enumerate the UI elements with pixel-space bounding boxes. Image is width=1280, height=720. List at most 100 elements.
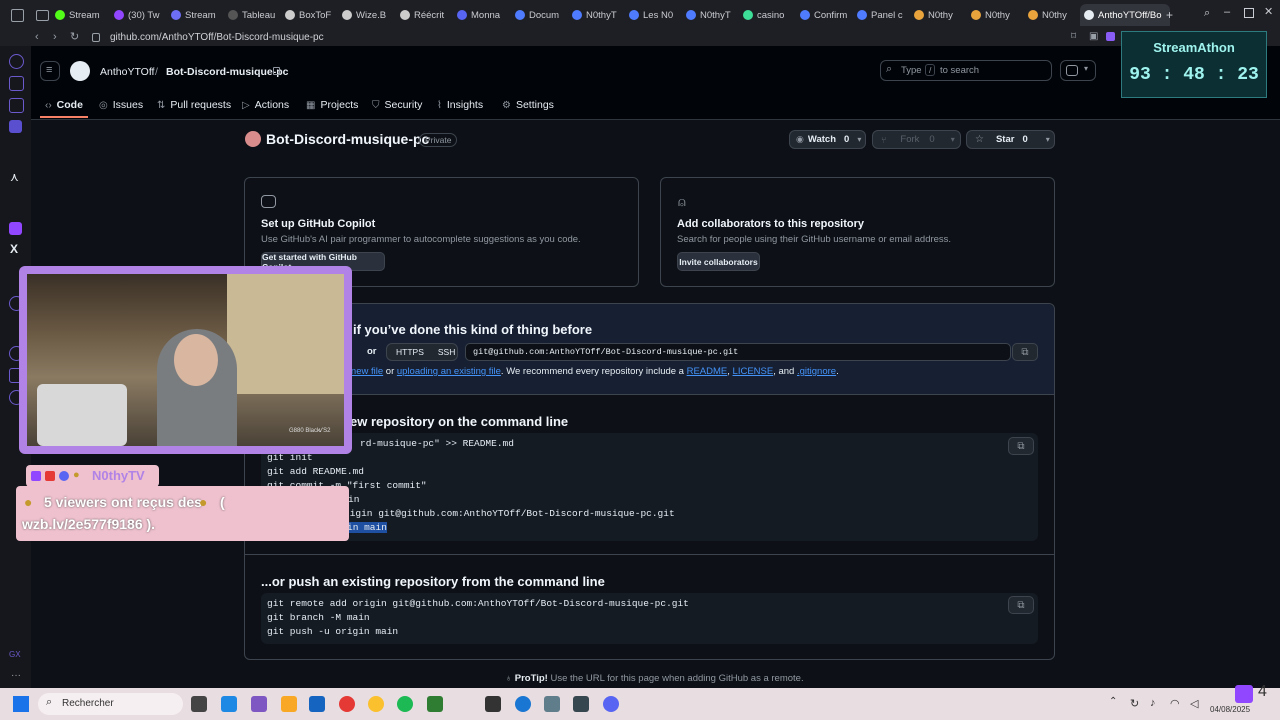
copilot-button[interactable]: ▾ [1060,60,1096,81]
tab-insights[interactable]: ⌇ Insights [437,96,483,114]
browser-tab[interactable]: Stream [55,4,105,26]
copy-clone-url-button[interactable]: ⧉ [1012,343,1038,361]
url-field[interactable]: github.com/AnthoYTOff/Bot-Discord-musiqu… [110,30,324,45]
new-tab-button[interactable]: + [1166,8,1173,22]
tray-icon-2[interactable]: ♪ [1150,697,1156,709]
github-logo-icon[interactable] [70,61,90,81]
wifi-icon[interactable]: ◠ [1170,697,1180,710]
workspaces-icon[interactable] [36,10,49,21]
browser-tab[interactable]: N0thy [914,4,964,26]
invite-collaborators-button[interactable]: Invite collaborators [677,252,760,271]
tab-active-github[interactable]: AnthoYTOff/Bo [1080,4,1170,26]
cmd-icon[interactable] [485,696,501,712]
app-icon-3[interactable] [544,696,560,712]
tab-projects[interactable]: ▦ Projects [306,96,358,114]
browser-tab[interactable]: Les N0 [629,4,679,26]
x-icon[interactable]: X [10,242,18,256]
extensions-icon[interactable]: ▣ [1089,31,1098,42]
extension-purple-icon[interactable] [1106,32,1115,41]
reload-icon[interactable]: ↻ [70,30,79,45]
browser-tab[interactable]: (30) Tw [114,4,164,26]
browser-tab[interactable]: Réécrit [400,4,450,26]
app-icon-4[interactable] [573,696,589,712]
repo-title[interactable]: Bot-Discord-musique-pc [266,131,429,147]
sidebar-app-icon-2[interactable] [9,76,24,91]
browser-tab[interactable]: Panel c [857,4,907,26]
app-icon-1[interactable] [221,696,237,712]
forward-icon[interactable]: › [53,30,57,45]
tab-security[interactable]: ⛉ Security [372,96,422,114]
copy-new-repo-button[interactable]: ⧉ [1008,437,1034,455]
taskbar-date[interactable]: 04/08/2025 [1210,705,1250,714]
repo-name-link[interactable]: Bot-Discord-musique-pc [166,66,289,78]
tray-chevron-icon[interactable]: ⌃ [1109,696,1117,707]
browser-tab[interactable]: N0thy [971,4,1021,26]
browser-tab[interactable]: Monna [457,4,507,26]
tab-actions[interactable]: ▷ Actions [242,96,289,114]
search-input[interactable]: ⌕ Type / to search [880,60,1052,81]
minimize-icon[interactable]: – [1224,6,1230,18]
spotify-icon[interactable] [397,696,413,712]
upload-file-link[interactable]: uploading an existing file [397,366,501,377]
back-icon[interactable]: ‹ [35,30,39,45]
browser-tab[interactable]: N0thy [1028,4,1078,26]
browser-tab[interactable]: Wize.B [342,4,392,26]
https-label[interactable]: HTTPS [396,347,424,357]
repo-owner-link[interactable]: AnthoYTOff [100,66,154,78]
terminal-icon[interactable] [427,696,443,712]
maximize-icon[interactable] [1244,8,1254,18]
browser-tab[interactable]: Docum [515,4,565,26]
tab-pull-requests[interactable]: ⇅ Pull requests [157,96,231,114]
copilot-card-desc: Use GitHub's AI pair programmer to autoc… [261,234,581,245]
star-button[interactable]: ☆ Star 0 ▾ [966,130,1055,149]
browser-tab[interactable]: casino [743,4,793,26]
tab-code[interactable]: ‹› Code [45,96,83,114]
copy-push-existing-button[interactable]: ⧉ [1008,596,1034,614]
browser-tab[interactable]: N0thyT [572,4,622,26]
store-icon[interactable] [309,696,325,712]
tab-favicon-icon [342,10,352,20]
browser-tab[interactable]: N0thyT [686,4,736,26]
fork-button[interactable]: ⑂ Fork 0 ▾ [872,130,961,149]
browser-menu-icon[interactable] [11,9,24,22]
tab-settings[interactable]: ⚙ Settings [502,96,554,114]
browser-tab[interactable]: Confirm [800,4,850,26]
gx-icon[interactable]: GX [9,650,21,659]
clone-url-field[interactable]: git@github.com:AnthoYTOff/Bot-Discord-mu… [465,343,1011,361]
windows-start-icon[interactable] [13,696,29,712]
browser-tab[interactable]: BoxToF [285,4,335,26]
chrome-icon[interactable] [368,696,384,712]
sidebar-app-icon-4[interactable] [9,120,22,133]
sidebar-app-icon-1[interactable] [9,54,24,69]
copilot-app-icon[interactable] [251,696,267,712]
https-toggle[interactable]: HTTPS SSH [386,343,458,361]
hamburger-menu-button[interactable]: ≡ [40,61,60,81]
opera-icon[interactable] [339,696,355,712]
file-explorer-icon[interactable] [281,696,297,712]
tray-icon-1[interactable]: ↻ [1130,697,1139,710]
app-icon-2[interactable] [515,696,531,712]
site-info-icon[interactable] [92,33,100,42]
more-icon[interactable]: ··· [11,670,21,681]
discord-icon[interactable] [603,696,619,712]
browser-tab[interactable]: Tableau [228,4,278,26]
search-tabs-icon[interactable]: ⌕ [1204,7,1210,20]
collaborators-card-title: Add collaborators to this repository [677,218,865,230]
readme-link[interactable]: README [687,366,728,377]
volume-icon[interactable]: ◁ [1190,697,1198,710]
taskbar-search-input[interactable]: ⌕ Rechercher [38,693,183,715]
hint-or: or [385,366,395,377]
license-link[interactable]: LICENSE [733,366,774,377]
task-view-icon[interactable] [191,696,207,712]
close-window-icon[interactable]: ✕ [1264,5,1273,18]
tab-issues[interactable]: ◎ Issues [99,96,143,114]
browser-tab[interactable]: Stream [171,4,221,26]
sidebar-app-icon-3[interactable] [9,98,24,113]
sidebar-arc-icon[interactable]: ⋏ [10,170,19,184]
ssh-label[interactable]: SSH [438,347,455,357]
watch-button[interactable]: ◉ Watch 0 ▾ [789,130,866,149]
bookmark-icon[interactable]: ⌑ [1071,31,1076,42]
tab-label: casino [757,9,785,21]
twitch-icon[interactable] [9,222,22,235]
gitignore-link[interactable]: .gitignore [797,366,836,377]
